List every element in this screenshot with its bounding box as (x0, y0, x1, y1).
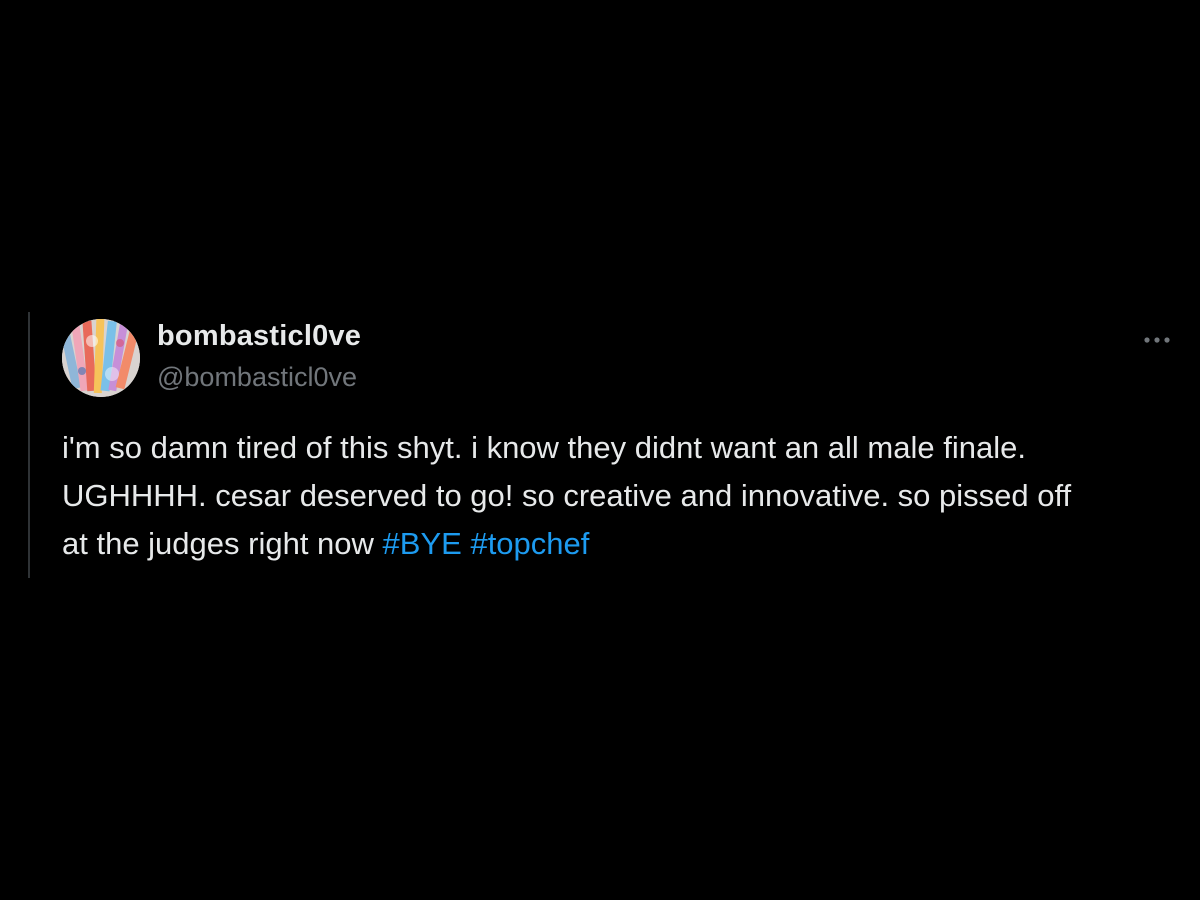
tweet-text-line: at the judges right now (62, 526, 383, 561)
avatar-image (62, 319, 140, 397)
handle[interactable]: @bombasticl0ve (157, 362, 357, 393)
quote-bar (28, 312, 30, 578)
tweet-text-line: UGHHHH. cesar deserved to go! so creativ… (62, 478, 1072, 513)
tweet-text: i'm so damn tired of this shyt. i know t… (62, 424, 1187, 568)
tweet-text-line: i'm so damn tired of this shyt. i know t… (62, 430, 1026, 465)
hashtag-bye[interactable]: #BYE (383, 526, 462, 561)
tweet-screenshot: bombasticl0ve @bombasticl0ve i'm so damn… (0, 0, 1200, 900)
avatar[interactable] (62, 319, 140, 397)
more-horizontal-icon[interactable] (1140, 326, 1174, 350)
display-name[interactable]: bombasticl0ve (157, 320, 361, 353)
hashtag-topchef[interactable]: #topchef (470, 526, 589, 561)
